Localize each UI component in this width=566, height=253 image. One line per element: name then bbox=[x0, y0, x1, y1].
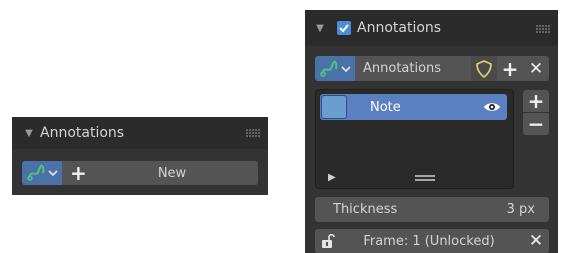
resize-handle-icon[interactable] bbox=[415, 175, 435, 181]
close-icon: ✕ bbox=[528, 58, 544, 79]
chevron-down-icon bbox=[48, 170, 58, 177]
fake-user-button[interactable] bbox=[471, 56, 497, 81]
disclosure-triangle-icon[interactable]: ▼ bbox=[315, 23, 325, 34]
annotate-tool-dropdown[interactable] bbox=[22, 161, 62, 185]
close-icon: ✕ bbox=[528, 231, 544, 251]
datablock-name-field[interactable]: Annotations bbox=[355, 56, 471, 81]
new-datablock-button[interactable]: + bbox=[497, 56, 523, 81]
frame-label: Frame: 1 (Unlocked) bbox=[363, 233, 495, 249]
panel-header[interactable]: ▼ Annotations bbox=[305, 10, 558, 46]
unlink-datablock-button[interactable]: ✕ bbox=[523, 56, 549, 81]
plus-icon: + bbox=[501, 56, 519, 81]
thickness-label: Thickness bbox=[333, 202, 398, 217]
annotate-tool-dropdown[interactable] bbox=[315, 56, 355, 81]
remove-layer-button[interactable]: − bbox=[523, 112, 549, 136]
eye-icon[interactable] bbox=[483, 101, 501, 113]
panel-title: Annotations bbox=[357, 20, 442, 36]
new-button-label: New bbox=[157, 165, 187, 181]
new-annotation-button[interactable]: + New bbox=[62, 161, 258, 185]
panel-header[interactable]: ▼ Annotations bbox=[12, 117, 268, 149]
plus-icon: + bbox=[527, 89, 545, 113]
datablock-name: Annotations bbox=[363, 61, 442, 76]
annotate-stroke-icon bbox=[320, 60, 338, 77]
drag-grip-icon[interactable] bbox=[536, 25, 550, 33]
annotations-panel-right: ▼ Annotations Annotations + ✕ Note ▶ + −… bbox=[305, 10, 558, 253]
shield-icon bbox=[476, 59, 492, 78]
layer-name: Note bbox=[370, 99, 401, 115]
play-triangle-icon[interactable]: ▶ bbox=[328, 172, 336, 183]
annotations-panel-left: ▼ Annotations + New bbox=[12, 117, 268, 195]
panel-title: Annotations bbox=[40, 125, 125, 141]
disclosure-triangle-icon[interactable]: ▼ bbox=[24, 128, 34, 139]
remove-frame-button[interactable]: ✕ bbox=[523, 229, 549, 253]
layer-list[interactable]: Note ▶ bbox=[315, 89, 514, 189]
chevron-down-icon bbox=[341, 65, 351, 72]
minus-icon: − bbox=[527, 112, 545, 136]
drag-grip-icon[interactable] bbox=[246, 129, 260, 137]
thickness-field[interactable]: Thickness 3 px bbox=[315, 197, 549, 222]
layer-color-swatch[interactable] bbox=[321, 95, 347, 119]
annotate-stroke-icon bbox=[27, 164, 45, 181]
list-item[interactable]: Note bbox=[320, 94, 507, 120]
annotations-enabled-checkbox[interactable] bbox=[337, 21, 351, 35]
checkmark-icon bbox=[339, 24, 349, 33]
frame-lock-button[interactable]: Frame: 1 (Unlocked) bbox=[315, 229, 523, 253]
thickness-value: 3 px bbox=[506, 202, 535, 217]
add-layer-button[interactable]: + bbox=[523, 89, 549, 113]
